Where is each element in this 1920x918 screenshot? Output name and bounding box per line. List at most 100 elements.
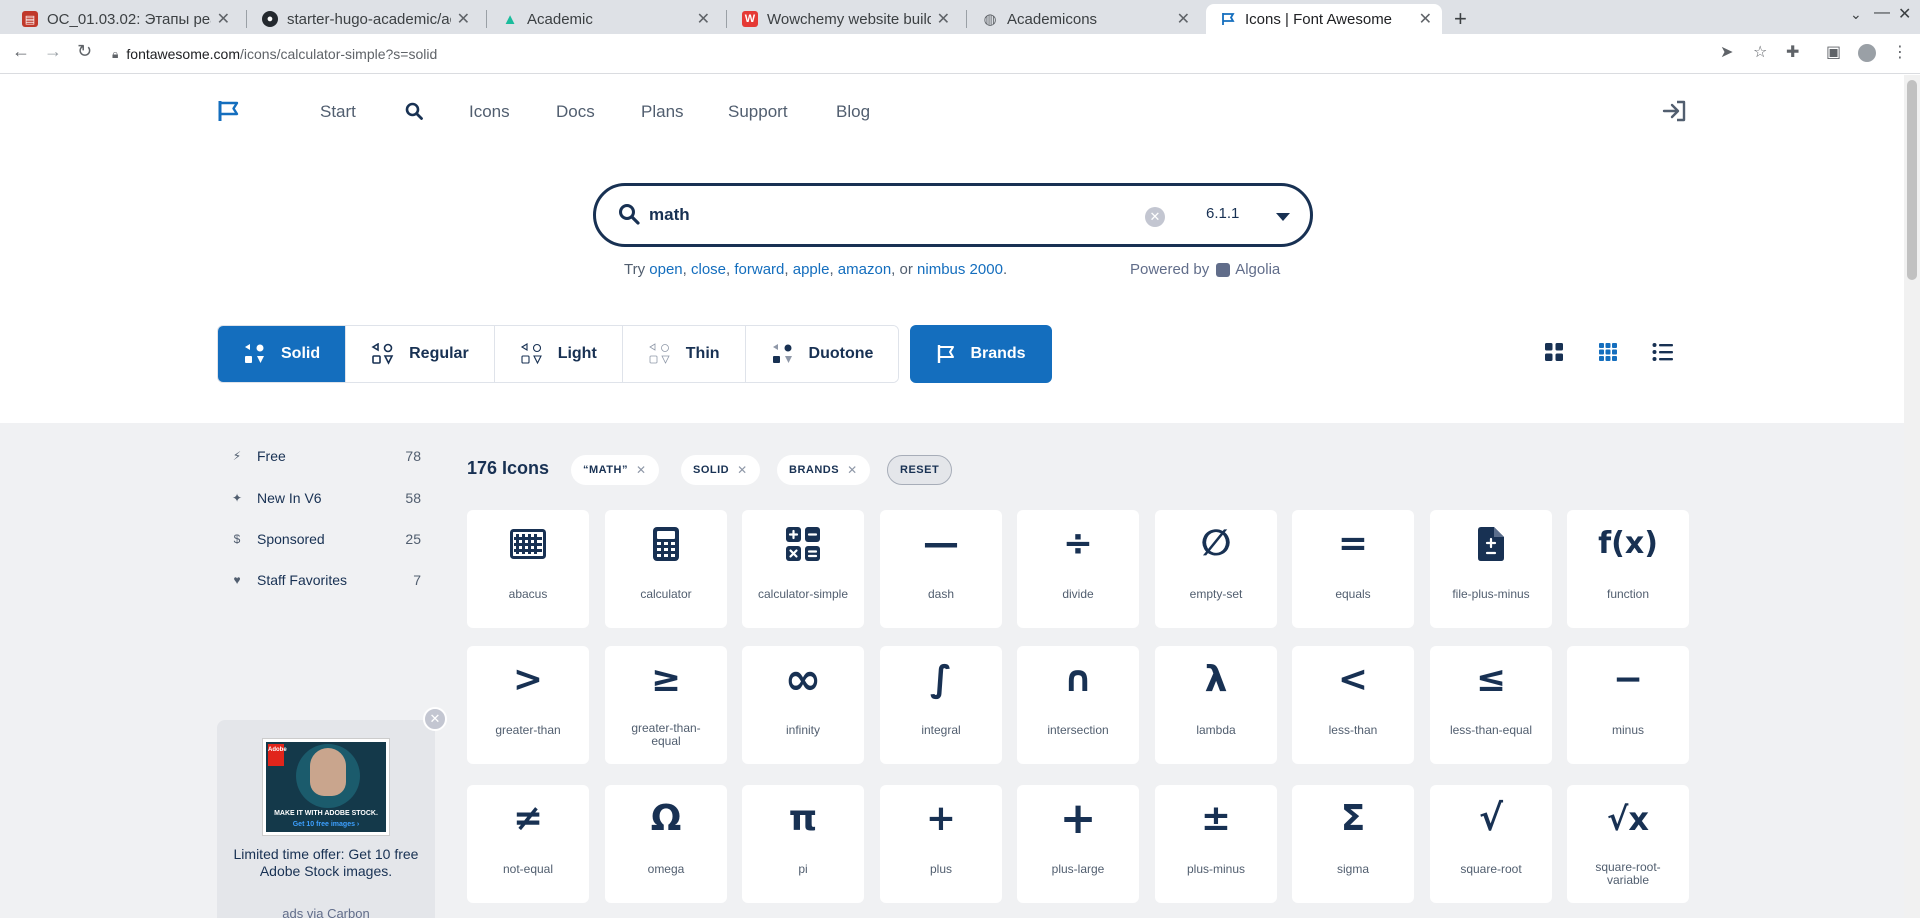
- close-tab-icon[interactable]: ✕: [1177, 9, 1190, 29]
- browser-tab-5[interactable]: ◍ Academicons ✕: [968, 4, 1200, 34]
- nav-docs[interactable]: Docs: [556, 102, 595, 122]
- scrollbar-thumb[interactable]: [1907, 80, 1917, 280]
- carbon-ad[interactable]: Adobe MAKE IT WITH ADOBE STOCK. Get 10 f…: [217, 720, 435, 918]
- browser-tab-1[interactable]: ▤ ОС_01.03.02: Этапы реал ✕: [8, 4, 240, 34]
- icon-card-integral[interactable]: ∫ integral: [880, 646, 1002, 764]
- icon-card-calculator-simple[interactable]: calculator-simple: [742, 510, 864, 628]
- browser-tab-2[interactable]: ● starter-hugo-academic/ac ✕: [248, 4, 480, 34]
- remove-chip-icon[interactable]: ✕: [636, 463, 647, 477]
- grid-large-icon[interactable]: [1544, 342, 1564, 362]
- icon-card-infinity[interactable]: ∞ infinity: [742, 646, 864, 764]
- filter-free[interactable]: ⚡︎ Free 78: [217, 445, 427, 467]
- filter-new-in-v6[interactable]: ✦ New In V6 58: [217, 487, 427, 509]
- icon-card-file-plus-minus[interactable]: file-plus-minus: [1430, 510, 1552, 628]
- minimize-icon[interactable]: —: [1874, 4, 1890, 22]
- sidepanel-icon[interactable]: ▣: [1826, 42, 1841, 62]
- algolia-label[interactable]: Algolia: [1235, 261, 1280, 278]
- reload-icon[interactable]: ↻: [77, 41, 92, 62]
- icon-card-function[interactable]: f(x) function: [1567, 510, 1689, 628]
- icon-card-plus-minus[interactable]: ± plus-minus: [1155, 785, 1277, 903]
- chevron-down-icon[interactable]: ⌄: [1850, 6, 1862, 23]
- profile-avatar[interactable]: [1858, 44, 1876, 62]
- clear-search-icon[interactable]: ✕: [1145, 207, 1165, 227]
- browser-tab-6[interactable]: Icons | Font Awesome ✕: [1206, 4, 1442, 34]
- back-icon[interactable]: ←: [12, 41, 30, 62]
- icon-card-sigma[interactable]: Σ sigma: [1292, 785, 1414, 903]
- style-solid-button[interactable]: Solid: [218, 326, 347, 382]
- brands-button[interactable]: Brands: [910, 325, 1052, 383]
- font-awesome-flag-icon[interactable]: [217, 99, 241, 123]
- list-icon[interactable]: [1652, 342, 1674, 362]
- icon-card-not-equal[interactable]: ≠ not-equal: [467, 785, 589, 903]
- filter-sponsored[interactable]: $ Sponsored 25: [217, 528, 427, 550]
- suggestion-link[interactable]: amazon: [838, 261, 891, 278]
- close-tab-icon[interactable]: ✕: [457, 9, 470, 29]
- icon-card-divide[interactable]: ÷ divide: [1017, 510, 1139, 628]
- ad-text[interactable]: Limited time offer: Get 10 free Adobe St…: [231, 846, 421, 880]
- style-regular-button[interactable]: Regular: [346, 326, 495, 382]
- close-window-icon[interactable]: ✕: [1898, 4, 1911, 24]
- style-label: Solid: [281, 345, 321, 362]
- filter-staff-favorites[interactable]: ♥ Staff Favorites 7: [217, 569, 427, 591]
- caret-down-icon[interactable]: [1276, 213, 1290, 221]
- close-tab-icon[interactable]: ✕: [217, 9, 230, 29]
- ad-image[interactable]: Adobe MAKE IT WITH ADOBE STOCK. Get 10 f…: [262, 738, 390, 836]
- version-select[interactable]: 6.1.1: [1206, 205, 1239, 222]
- grid-icon[interactable]: [1598, 342, 1618, 362]
- close-tab-icon[interactable]: ✕: [1419, 9, 1432, 29]
- browser-tab-3[interactable]: ▲ Academic ✕: [488, 4, 720, 34]
- icon-card-greater-than-equal[interactable]: ≥ greater-than-equal: [605, 646, 727, 764]
- suggestion-link[interactable]: close: [691, 261, 726, 278]
- style-light-button[interactable]: Light: [494, 326, 623, 382]
- icon-card-intersection[interactable]: ∩ intersection: [1017, 646, 1139, 764]
- icon-card-greater-than[interactable]: > greater-than: [467, 646, 589, 764]
- suggestion-link[interactable]: open: [649, 261, 682, 278]
- remove-chip-icon[interactable]: ✕: [847, 463, 858, 477]
- icon-card-lambda[interactable]: λ lambda: [1155, 646, 1277, 764]
- icon-card-empty-set[interactable]: ∅ empty-set: [1155, 510, 1277, 628]
- style-thin-button[interactable]: Thin: [622, 326, 746, 382]
- close-tab-icon[interactable]: ✕: [937, 9, 950, 29]
- icon-card-minus[interactable]: − minus: [1567, 646, 1689, 764]
- menu-dots-icon[interactable]: ⋮: [1892, 42, 1908, 62]
- icon-card-pi[interactable]: π pi: [742, 785, 864, 903]
- nav-start[interactable]: Start: [320, 102, 356, 122]
- icon-card-plus[interactable]: + plus: [880, 785, 1002, 903]
- search-input[interactable]: [649, 200, 1189, 230]
- nav-support[interactable]: Support: [728, 102, 788, 122]
- ad-via[interactable]: ads via Carbon: [231, 906, 421, 918]
- search-icon[interactable]: [405, 102, 423, 120]
- reset-filters-button[interactable]: RESET: [887, 455, 953, 485]
- filter-chip-query[interactable]: “MATH” ✕: [571, 455, 659, 485]
- nav-plans[interactable]: Plans: [641, 102, 684, 122]
- close-ad-icon[interactable]: ✕: [423, 707, 447, 731]
- nav-icons[interactable]: Icons: [469, 102, 510, 122]
- new-tab-icon[interactable]: +: [1454, 6, 1467, 32]
- icon-card-less-than[interactable]: < less-than: [1292, 646, 1414, 764]
- icon-card-square-root-variable[interactable]: √x square-root-variable: [1567, 785, 1689, 903]
- suggestion-link[interactable]: nimbus 2000: [917, 261, 1003, 278]
- icon-card-omega[interactable]: Ω omega: [605, 785, 727, 903]
- icon-card-dash[interactable]: — dash: [880, 510, 1002, 628]
- icon-card-abacus[interactable]: abacus: [467, 510, 589, 628]
- suggestion-link[interactable]: apple: [793, 261, 830, 278]
- icon-card-square-root[interactable]: √ square-root: [1430, 785, 1552, 903]
- address-bar[interactable]: 🔒︎ fontawesome.com/icons/calculator-simp…: [112, 39, 1692, 69]
- icon-card-calculator[interactable]: calculator: [605, 510, 727, 628]
- icon-card-plus-large[interactable]: + plus-large: [1017, 785, 1139, 903]
- send-icon[interactable]: ➤: [1720, 42, 1733, 62]
- filter-chip-brands[interactable]: BRANDS ✕: [777, 455, 870, 485]
- filter-chip-solid[interactable]: SOLID ✕: [681, 455, 760, 485]
- suggestion-link[interactable]: forward: [734, 261, 784, 278]
- sign-in-icon[interactable]: [1662, 99, 1688, 123]
- close-tab-icon[interactable]: ✕: [697, 9, 710, 29]
- browser-tab-4[interactable]: W Wowchemy website build ✕: [728, 4, 960, 34]
- extensions-icon[interactable]: ✚: [1786, 42, 1799, 62]
- star-icon[interactable]: ☆: [1753, 42, 1767, 62]
- icon-card-equals[interactable]: = equals: [1292, 510, 1414, 628]
- remove-chip-icon[interactable]: ✕: [737, 463, 748, 477]
- icon-card-less-than-equal[interactable]: ≤ less-than-equal: [1430, 646, 1552, 764]
- nav-blog[interactable]: Blog: [836, 102, 870, 122]
- style-duotone-button[interactable]: Duotone: [745, 326, 899, 382]
- forward-icon[interactable]: →: [44, 41, 62, 62]
